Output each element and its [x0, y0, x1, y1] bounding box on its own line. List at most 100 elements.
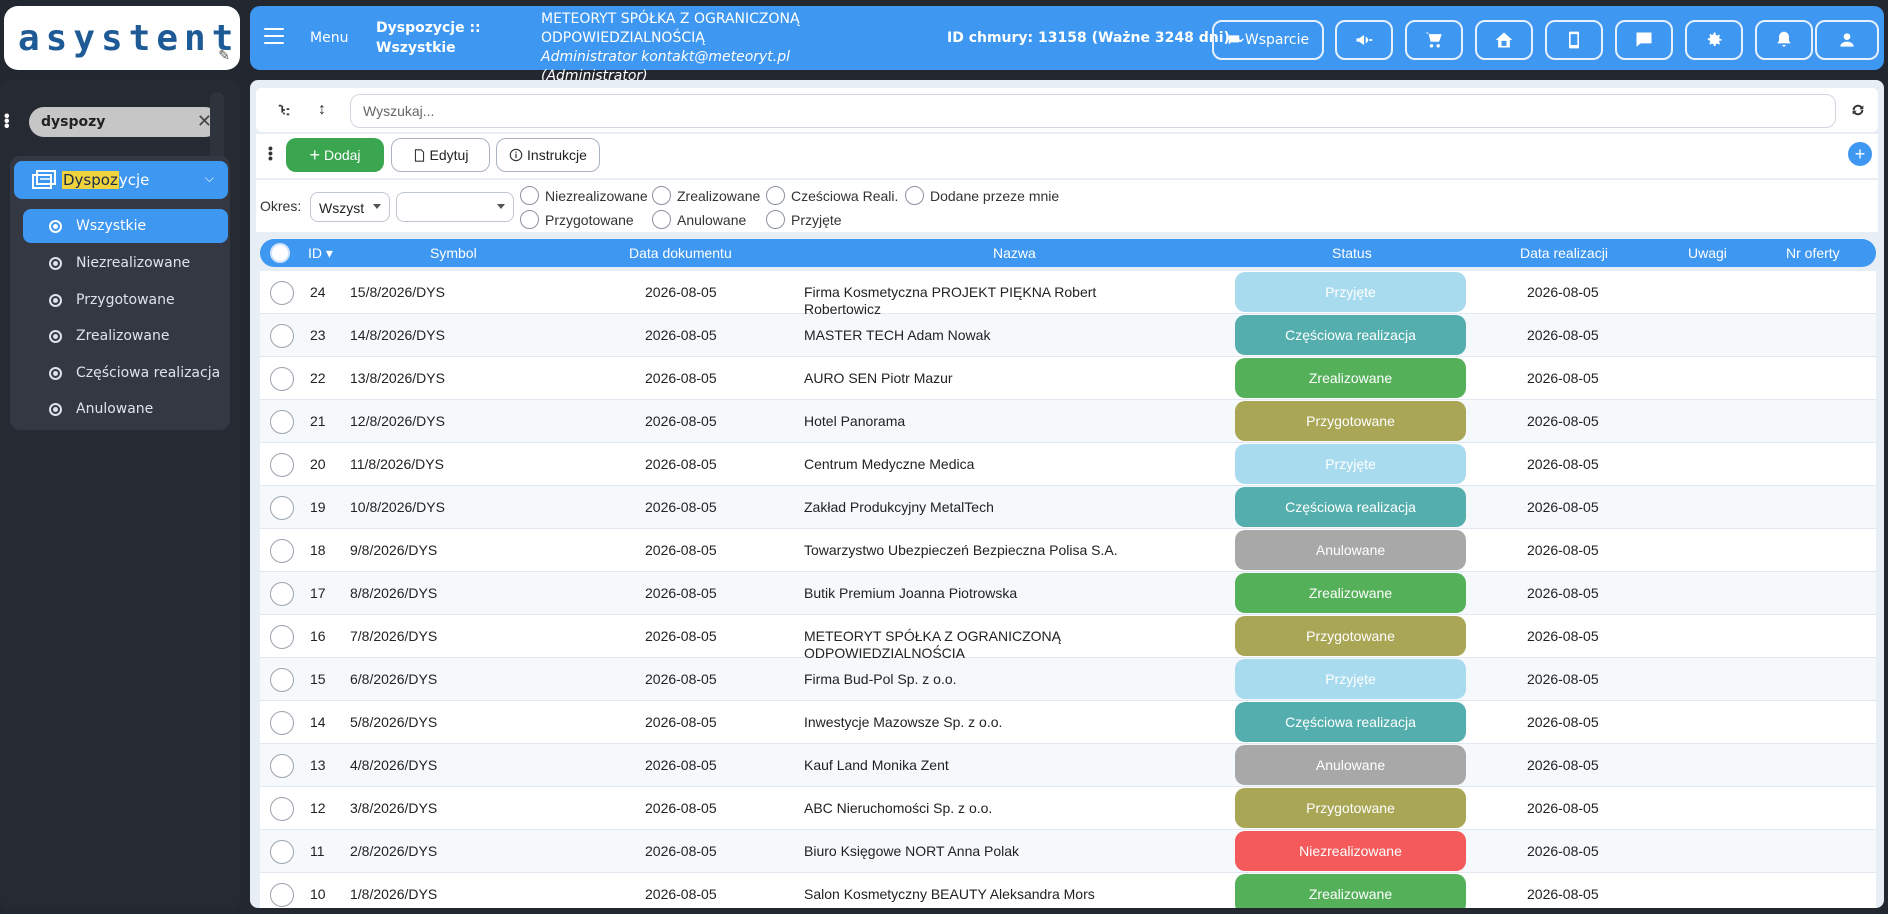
mobile-button[interactable]: [1545, 20, 1603, 60]
cell-real-date: 2026-08-05: [1527, 542, 1599, 558]
cell-name: MASTER TECH Adam Nowak: [804, 327, 991, 343]
row-checkbox[interactable]: [270, 711, 294, 735]
tree-view-icon[interactable]: [272, 98, 296, 122]
edit-logo-icon[interactable]: ✎: [218, 47, 230, 64]
instructions-button[interactable]: Instrukcje: [496, 138, 600, 172]
menu-button[interactable]: Menu: [310, 30, 348, 46]
filter-niezrealizowane[interactable]: Niezrealizowane: [520, 186, 648, 205]
row-checkbox[interactable]: [270, 754, 294, 778]
filter-anulowane[interactable]: Anulowane: [652, 210, 746, 229]
breadcrumb-section[interactable]: Dyspozycje ::: [376, 18, 486, 38]
row-checkbox[interactable]: [270, 496, 294, 520]
hamburger-icon[interactable]: [264, 28, 284, 49]
home-button[interactable]: [1475, 20, 1533, 60]
row-checkbox[interactable]: [270, 453, 294, 477]
column-header-offer[interactable]: Nr oferty: [1786, 245, 1840, 261]
filter-przyjete[interactable]: Przyjęte: [766, 210, 842, 229]
app-logo[interactable]: asystent ✎: [4, 6, 240, 70]
table-row[interactable]: 18 9/8/2026/DYS 2026-08-05 Towarzystwo Ubez…: [260, 529, 1876, 572]
row-checkbox[interactable]: [270, 797, 294, 821]
sidebar-item-label: Częściowa realizacja: [76, 365, 221, 381]
sidebar-search-input[interactable]: dyspozy ✕: [29, 107, 220, 137]
filter-dodane-przeze-mnie[interactable]: Dodane przeze mnie: [905, 186, 1059, 205]
cell-name: Firma Kosmetyczna PROJEKT PIĘKNA Robert …: [804, 284, 1097, 317]
add-column-button[interactable]: +: [1848, 142, 1872, 166]
column-header-name[interactable]: Nazwa: [993, 245, 1036, 261]
secondary-select[interactable]: [396, 192, 514, 222]
cloud-id-dropdown[interactable]: ID chmury: 13158 (Ważne 3248 dni) ⌄: [947, 30, 1247, 46]
row-checkbox[interactable]: [270, 367, 294, 391]
table-row[interactable]: 16 7/8/2026/DYS 2026-08-05 METEORYT SPÓŁKA …: [260, 615, 1876, 661]
table-row[interactable]: 21 12/8/2026/DYS 2026-08-05 Hotel Panorama P…: [260, 400, 1876, 443]
column-header-doc-date[interactable]: Data dokumentu: [629, 245, 732, 261]
settings-button[interactable]: [1685, 20, 1743, 60]
sidebar-item-wszystkie[interactable]: Wszystkie: [23, 209, 228, 243]
cart-icon: [1425, 32, 1442, 48]
status-badge: Częściowa realizacja: [1235, 702, 1466, 742]
table-row[interactable]: 15 6/8/2026/DYS 2026-08-05 Firma Bud-Pol Sp…: [260, 658, 1876, 701]
radio-circle: [766, 186, 785, 205]
row-checkbox[interactable]: [270, 625, 294, 649]
main-search-input[interactable]: Wyszukaj...: [350, 94, 1836, 128]
cell-id: 19: [310, 499, 326, 515]
table-row[interactable]: 22 13/8/2026/DYS 2026-08-05 AURO SEN Piotr …: [260, 357, 1876, 400]
status-badge: Anulowane: [1235, 745, 1466, 785]
row-checkbox[interactable]: [270, 840, 294, 864]
notifications-button[interactable]: [1755, 20, 1813, 60]
table-row[interactable]: 11 2/8/2026/DYS 2026-08-05 Biuro Księgowe N…: [260, 830, 1876, 873]
row-checkbox[interactable]: [270, 883, 294, 907]
more-vertical-icon[interactable]: • • •: [4, 109, 10, 135]
table-row[interactable]: 10 1/8/2026/DYS 2026-08-05 Salon Kosmetyczn…: [260, 873, 1876, 908]
more-vertical-icon[interactable]: • • •: [268, 141, 273, 165]
select-all-checkbox[interactable]: [270, 243, 290, 263]
row-checkbox[interactable]: [270, 582, 294, 606]
announcements-button[interactable]: [1335, 20, 1393, 60]
column-header-symbol[interactable]: Symbol: [430, 245, 477, 261]
sidebar-item-anulowane[interactable]: Anulowane: [23, 392, 228, 426]
row-checkbox[interactable]: [270, 539, 294, 563]
row-checkbox[interactable]: [270, 324, 294, 348]
column-header-real-date[interactable]: Data realizacji: [1520, 245, 1608, 261]
sort-vertical-icon[interactable]: ↕: [310, 98, 334, 122]
sidebar-item-zrealizowane[interactable]: Zrealizowane: [23, 319, 228, 353]
status-badge: Zrealizowane: [1235, 573, 1466, 613]
sidebar-item-przygotowane[interactable]: Przygotowane: [23, 283, 228, 317]
table-row[interactable]: 24 15/8/2026/DYS 2026-08-05 Firma Kosmetycz…: [260, 271, 1876, 317]
status-badge: Anulowane: [1235, 530, 1466, 570]
sidebar-item-niezrealizowane[interactable]: Niezrealizowane: [23, 246, 228, 280]
filter-przygotowane[interactable]: Przygotowane: [520, 210, 634, 229]
cell-id: 24: [310, 284, 326, 300]
column-header-status[interactable]: Status: [1332, 245, 1372, 261]
support-button[interactable]: Wsparcie: [1212, 20, 1324, 60]
table-row[interactable]: 12 3/8/2026/DYS 2026-08-05 ABC Nieruchomośc…: [260, 787, 1876, 830]
table-row[interactable]: 17 8/8/2026/DYS 2026-08-05 Butik Premium Jo…: [260, 572, 1876, 615]
table-row[interactable]: 19 10/8/2026/DYS 2026-08-05 Zakład Produkcy…: [260, 486, 1876, 529]
logo-text: asystent: [18, 17, 240, 59]
top-bar: Menu Dyspozycje :: Wszystkie METEORYT SP…: [250, 6, 1884, 84]
add-button[interactable]: + Dodaj: [286, 138, 384, 172]
cart-button[interactable]: [1405, 20, 1463, 60]
row-checkbox[interactable]: [270, 410, 294, 434]
cell-real-date: 2026-08-05: [1527, 456, 1599, 472]
messages-button[interactable]: [1615, 20, 1673, 60]
refresh-icon[interactable]: [1846, 98, 1870, 122]
sidebar-item-dyspozycje[interactable]: Dyspoz ycje ⌵: [14, 161, 228, 199]
sidebar-nav: Dyspoz ycje ⌵ Wszystkie Niezrealizowane P…: [10, 156, 230, 430]
column-header-notes[interactable]: Uwagi: [1688, 245, 1727, 261]
filter-zrealizowane[interactable]: Zrealizowane: [652, 186, 760, 205]
edit-button[interactable]: Edytuj: [391, 138, 490, 172]
period-select[interactable]: Wszyst: [310, 192, 390, 222]
sidebar-item-czesciowa-realizacja[interactable]: Częściowa realizacja: [23, 356, 228, 390]
radio-circle: [652, 186, 671, 205]
table-row[interactable]: 20 11/8/2026/DYS 2026-08-05 Centrum Medyczn…: [260, 443, 1876, 486]
table-row[interactable]: 14 5/8/2026/DYS 2026-08-05 Inwestycje Mazow…: [260, 701, 1876, 744]
period-select-value: Wszyst: [319, 200, 365, 216]
row-checkbox[interactable]: [270, 281, 294, 305]
table-row[interactable]: 13 4/8/2026/DYS 2026-08-05 Kauf Land Monika…: [260, 744, 1876, 787]
column-header-id[interactable]: ID ▾: [308, 245, 333, 262]
row-checkbox[interactable]: [270, 668, 294, 692]
filter-czesciowa[interactable]: Cześciowa Reali.: [766, 186, 898, 205]
message-icon: [1636, 32, 1652, 47]
table-row[interactable]: 23 14/8/2026/DYS 2026-08-05 MASTER TECH Ada…: [260, 314, 1876, 357]
user-profile-button[interactable]: [1815, 20, 1879, 60]
